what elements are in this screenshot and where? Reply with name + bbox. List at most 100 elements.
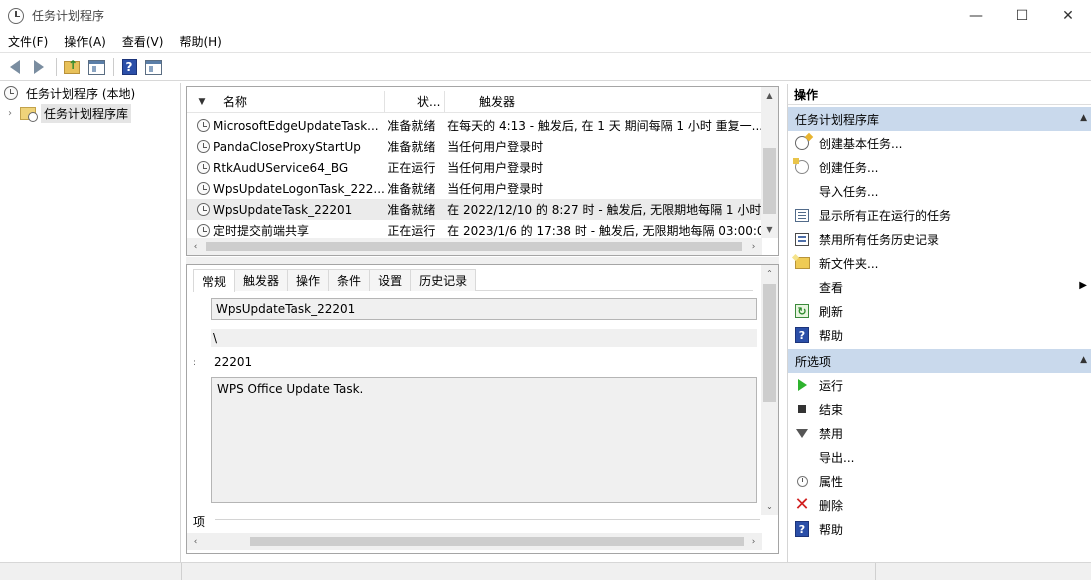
chevron-right-icon[interactable]: › [8, 108, 20, 119]
help-icon: ? [121, 59, 137, 75]
action-properties[interactable]: 属性 [788, 469, 1091, 493]
column-header-trigger[interactable]: 触发器 [445, 91, 515, 112]
task-status-cell: 准备就绪 [387, 140, 436, 154]
tab-settings[interactable]: 设置 [369, 269, 412, 291]
scrollbar-track[interactable] [204, 533, 745, 550]
forward-arrow-icon [34, 60, 44, 74]
tab-general[interactable]: 常规 [193, 269, 236, 292]
minimize-button[interactable]: — [953, 0, 999, 31]
task-trigger-cell: 在 2023/1/6 的 17:38 时 - 触发后, 无限期地每隔 03:00… [447, 224, 762, 238]
pane-splitter[interactable] [186, 257, 779, 264]
menu-help[interactable]: 帮助(H) [171, 33, 229, 50]
properties-icon [796, 475, 808, 487]
details-vertical-scrollbar[interactable]: ⌃ ⌄ [761, 265, 778, 515]
running-tasks-icon [795, 208, 809, 222]
back-button[interactable] [4, 56, 26, 78]
task-description-field[interactable]: WPS Office Update Task. [211, 377, 757, 503]
back-arrow-icon [10, 60, 20, 74]
action-help[interactable]: ? 帮助 [788, 323, 1091, 347]
tab-history[interactable]: 历史记录 [410, 269, 477, 291]
action-disable-history[interactable]: 禁用所有任务历史记录 [788, 227, 1091, 251]
menu-action[interactable]: 操作(A) [56, 33, 114, 50]
section-title: 所选项 [795, 354, 832, 369]
scrollbar-thumb[interactable] [250, 537, 744, 546]
action-run[interactable]: 运行 [788, 373, 1091, 397]
action-disable[interactable]: 禁用 [788, 421, 1091, 445]
section-divider [215, 519, 760, 520]
menu-bar: 文件(F) 操作(A) 查看(V) 帮助(H) [0, 31, 1091, 53]
column-header-name[interactable]: 名称 [217, 91, 385, 112]
action-create-basic-task[interactable]: 创建基本任务... [788, 131, 1091, 155]
scrollbar-track[interactable] [204, 238, 745, 255]
action-new-folder[interactable]: 新文件夹... [788, 251, 1091, 275]
action-create-task[interactable]: 创建任务... [788, 155, 1091, 179]
scroll-up-icon[interactable]: ⌃ [761, 265, 778, 282]
delete-icon: ✕ [794, 494, 810, 515]
action-label: 属性 [819, 474, 844, 489]
scrollbar-thumb[interactable] [206, 242, 742, 251]
action-end[interactable]: 结束 [788, 397, 1091, 421]
actions-section-selected-item[interactable]: 所选项 ▲ [788, 349, 1091, 373]
action-label: 结束 [819, 402, 844, 417]
help-toolbar-button[interactable]: ? [118, 56, 140, 78]
table-row[interactable]: MicrosoftEdgeUpdateTask... 准备就绪 在每天的 4:1… [187, 115, 762, 136]
submenu-arrow-icon: ▶ [1079, 280, 1087, 291]
task-list-horizontal-scrollbar[interactable]: ‹ › [187, 238, 762, 255]
action-view[interactable]: 查看 ▶ [788, 275, 1091, 299]
scroll-right-icon[interactable]: › [745, 242, 762, 252]
table-row-selected[interactable]: WpsUpdateTask_22201 准备就绪 在 2022/12/10 的 … [187, 199, 762, 220]
tab-actions[interactable]: 操作 [287, 269, 330, 291]
new-folder-icon [794, 257, 810, 269]
task-clock-icon [197, 203, 210, 216]
tab-triggers[interactable]: 触发器 [234, 269, 289, 291]
action-delete[interactable]: ✕ 删除 [788, 493, 1091, 517]
actions-section-library[interactable]: 任务计划程序库 ▲ [788, 107, 1091, 131]
create-basic-task-icon [795, 136, 809, 150]
collapse-caret-icon[interactable]: ▲ [1080, 113, 1087, 123]
task-name-field[interactable]: WpsUpdateTask_22201 [211, 298, 757, 320]
task-clock-icon [197, 182, 210, 195]
details-horizontal-scrollbar[interactable]: ‹ › [187, 533, 762, 550]
disable-icon [796, 428, 808, 438]
action-pane-button[interactable] [142, 56, 164, 78]
scroll-down-icon[interactable]: ⌄ [761, 498, 778, 515]
scroll-left-icon[interactable]: ‹ [187, 537, 204, 547]
tree-item-task-library[interactable]: › 任务计划程序库 [0, 103, 180, 123]
tree-root-item[interactable]: 任务计划程序 (本地) [0, 83, 180, 103]
table-row[interactable]: RtkAudUService64_BG 正在运行 当任何用户登录时 [187, 157, 762, 178]
scroll-right-icon[interactable]: › [745, 537, 762, 547]
window-title: 任务计划程序 [32, 9, 105, 23]
collapse-caret-icon[interactable]: ▲ [1080, 355, 1087, 365]
task-clock-icon [197, 224, 210, 237]
menu-file[interactable]: 文件(F) [0, 33, 56, 50]
action-show-running-tasks[interactable]: 显示所有正在运行的任务 [788, 203, 1091, 227]
show-hide-console-tree-button[interactable] [85, 56, 107, 78]
scroll-up-icon[interactable]: ▲ [761, 87, 778, 104]
menu-view[interactable]: 查看(V) [114, 33, 172, 50]
forward-button[interactable] [28, 56, 50, 78]
scrollbar-thumb[interactable] [763, 148, 776, 214]
close-button[interactable]: ✕ [1045, 0, 1091, 31]
actions-pane: 操作 任务计划程序库 ▲ 创建基本任务... 创建任务... 导入任务... 显… [787, 84, 1091, 564]
action-import-task[interactable]: 导入任务... [788, 179, 1091, 203]
scroll-down-icon[interactable]: ▼ [761, 221, 778, 238]
tab-conditions[interactable]: 条件 [328, 269, 371, 291]
task-scheduler-clock-icon [8, 7, 24, 24]
task-list-vertical-scrollbar[interactable]: ▲ ▼ [761, 87, 778, 238]
action-refresh[interactable]: ↻ 刷新 [788, 299, 1091, 323]
task-name-cell: MicrosoftEdgeUpdateTask... [213, 118, 379, 133]
scroll-left-icon[interactable]: ‹ [187, 242, 204, 252]
column-header-status[interactable]: 状... [385, 91, 445, 112]
task-name-cell: RtkAudUService64_BG [213, 160, 349, 175]
action-export[interactable]: 导出... [788, 445, 1091, 469]
up-one-level-button[interactable] [61, 56, 83, 78]
table-row[interactable]: WpsUpdateLogonTask_222... 准备就绪 当任何用户登录时 [187, 178, 762, 199]
table-row[interactable]: PandaCloseProxyStartUp 准备就绪 当任何用户登录时 [187, 136, 762, 157]
maximize-button[interactable]: ☐ [999, 0, 1045, 31]
center-pane: ▼ 名称 状... 触发器 MicrosoftEdgeUpdateTask...… [186, 86, 779, 564]
action-label: 禁用 [819, 426, 844, 441]
scrollbar-thumb[interactable] [763, 284, 776, 402]
task-status-cell: 正在运行 [387, 224, 436, 238]
sort-indicator-icon[interactable]: ▼ [187, 97, 217, 107]
action-help-selected[interactable]: ? 帮助 [788, 517, 1091, 541]
